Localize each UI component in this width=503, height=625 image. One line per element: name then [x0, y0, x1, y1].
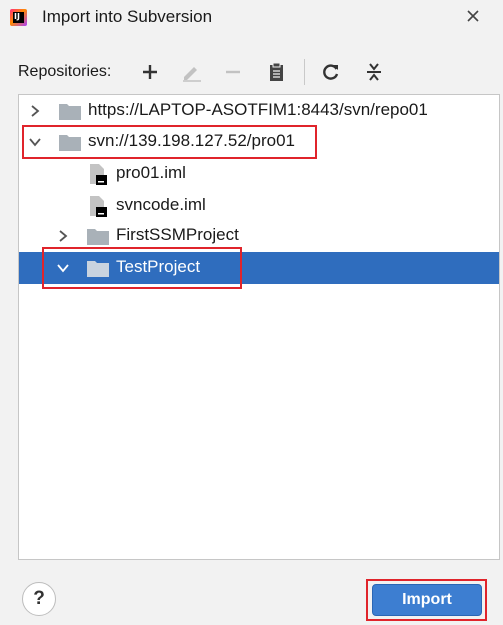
- tree-row-testproject[interactable]: TestProject: [19, 252, 499, 284]
- chevron-down-icon[interactable]: [56, 261, 70, 275]
- tree-row-svncode-iml[interactable]: svncode.iml: [19, 190, 499, 222]
- tree-row-firstssmproject[interactable]: FirstSSMProject: [19, 220, 499, 252]
- title-bar: IJ Import into Subversion: [0, 0, 503, 36]
- iml-file-icon: [89, 163, 107, 185]
- chevron-down-icon[interactable]: [28, 135, 42, 149]
- clipboard-icon[interactable]: [263, 58, 289, 86]
- folder-icon: [59, 133, 81, 151]
- tree-item-label: TestProject: [116, 257, 201, 276]
- tree-row-pro01[interactable]: svn://139.198.127.52/pro01: [19, 126, 499, 158]
- tree-item-label: svn://139.198.127.52/pro01: [88, 131, 295, 150]
- tree-row-repo01[interactable]: https://LAPTOP-ASOTFIM1:8443/svn/repo01: [19, 95, 499, 127]
- tree-item-label: https://LAPTOP-ASOTFIM1:8443/svn/repo01: [88, 100, 428, 119]
- folder-icon: [59, 102, 81, 120]
- minus-icon[interactable]: [220, 58, 246, 86]
- edit-pencil-icon[interactable]: [178, 58, 204, 86]
- help-button[interactable]: ?: [22, 582, 56, 616]
- plus-icon[interactable]: [137, 58, 163, 86]
- chevron-right-icon[interactable]: [56, 229, 70, 243]
- toolbar-separator: [304, 59, 305, 85]
- refresh-icon[interactable]: [318, 58, 344, 86]
- tree-item-label: FirstSSMProject: [116, 225, 239, 244]
- repositories-toolbar: Repositories:: [18, 58, 498, 86]
- repository-tree[interactable]: https://LAPTOP-ASOTFIM1:8443/svn/repo01 …: [18, 94, 500, 560]
- window-title: Import into Subversion: [42, 7, 213, 26]
- repositories-label: Repositories:: [18, 63, 112, 80]
- tree-item-label: pro01.iml: [116, 163, 186, 182]
- collapse-all-icon[interactable]: [361, 58, 387, 86]
- tree-row-pro01-iml[interactable]: pro01.iml: [19, 158, 499, 190]
- intellij-app-icon: IJ: [10, 9, 27, 26]
- tree-item-label: svncode.iml: [116, 195, 206, 214]
- folder-icon: [87, 227, 109, 245]
- iml-file-icon: [89, 195, 107, 217]
- close-icon[interactable]: [463, 6, 483, 26]
- chevron-right-icon[interactable]: [28, 104, 42, 118]
- import-button[interactable]: Import: [372, 584, 482, 616]
- folder-icon: [87, 259, 109, 277]
